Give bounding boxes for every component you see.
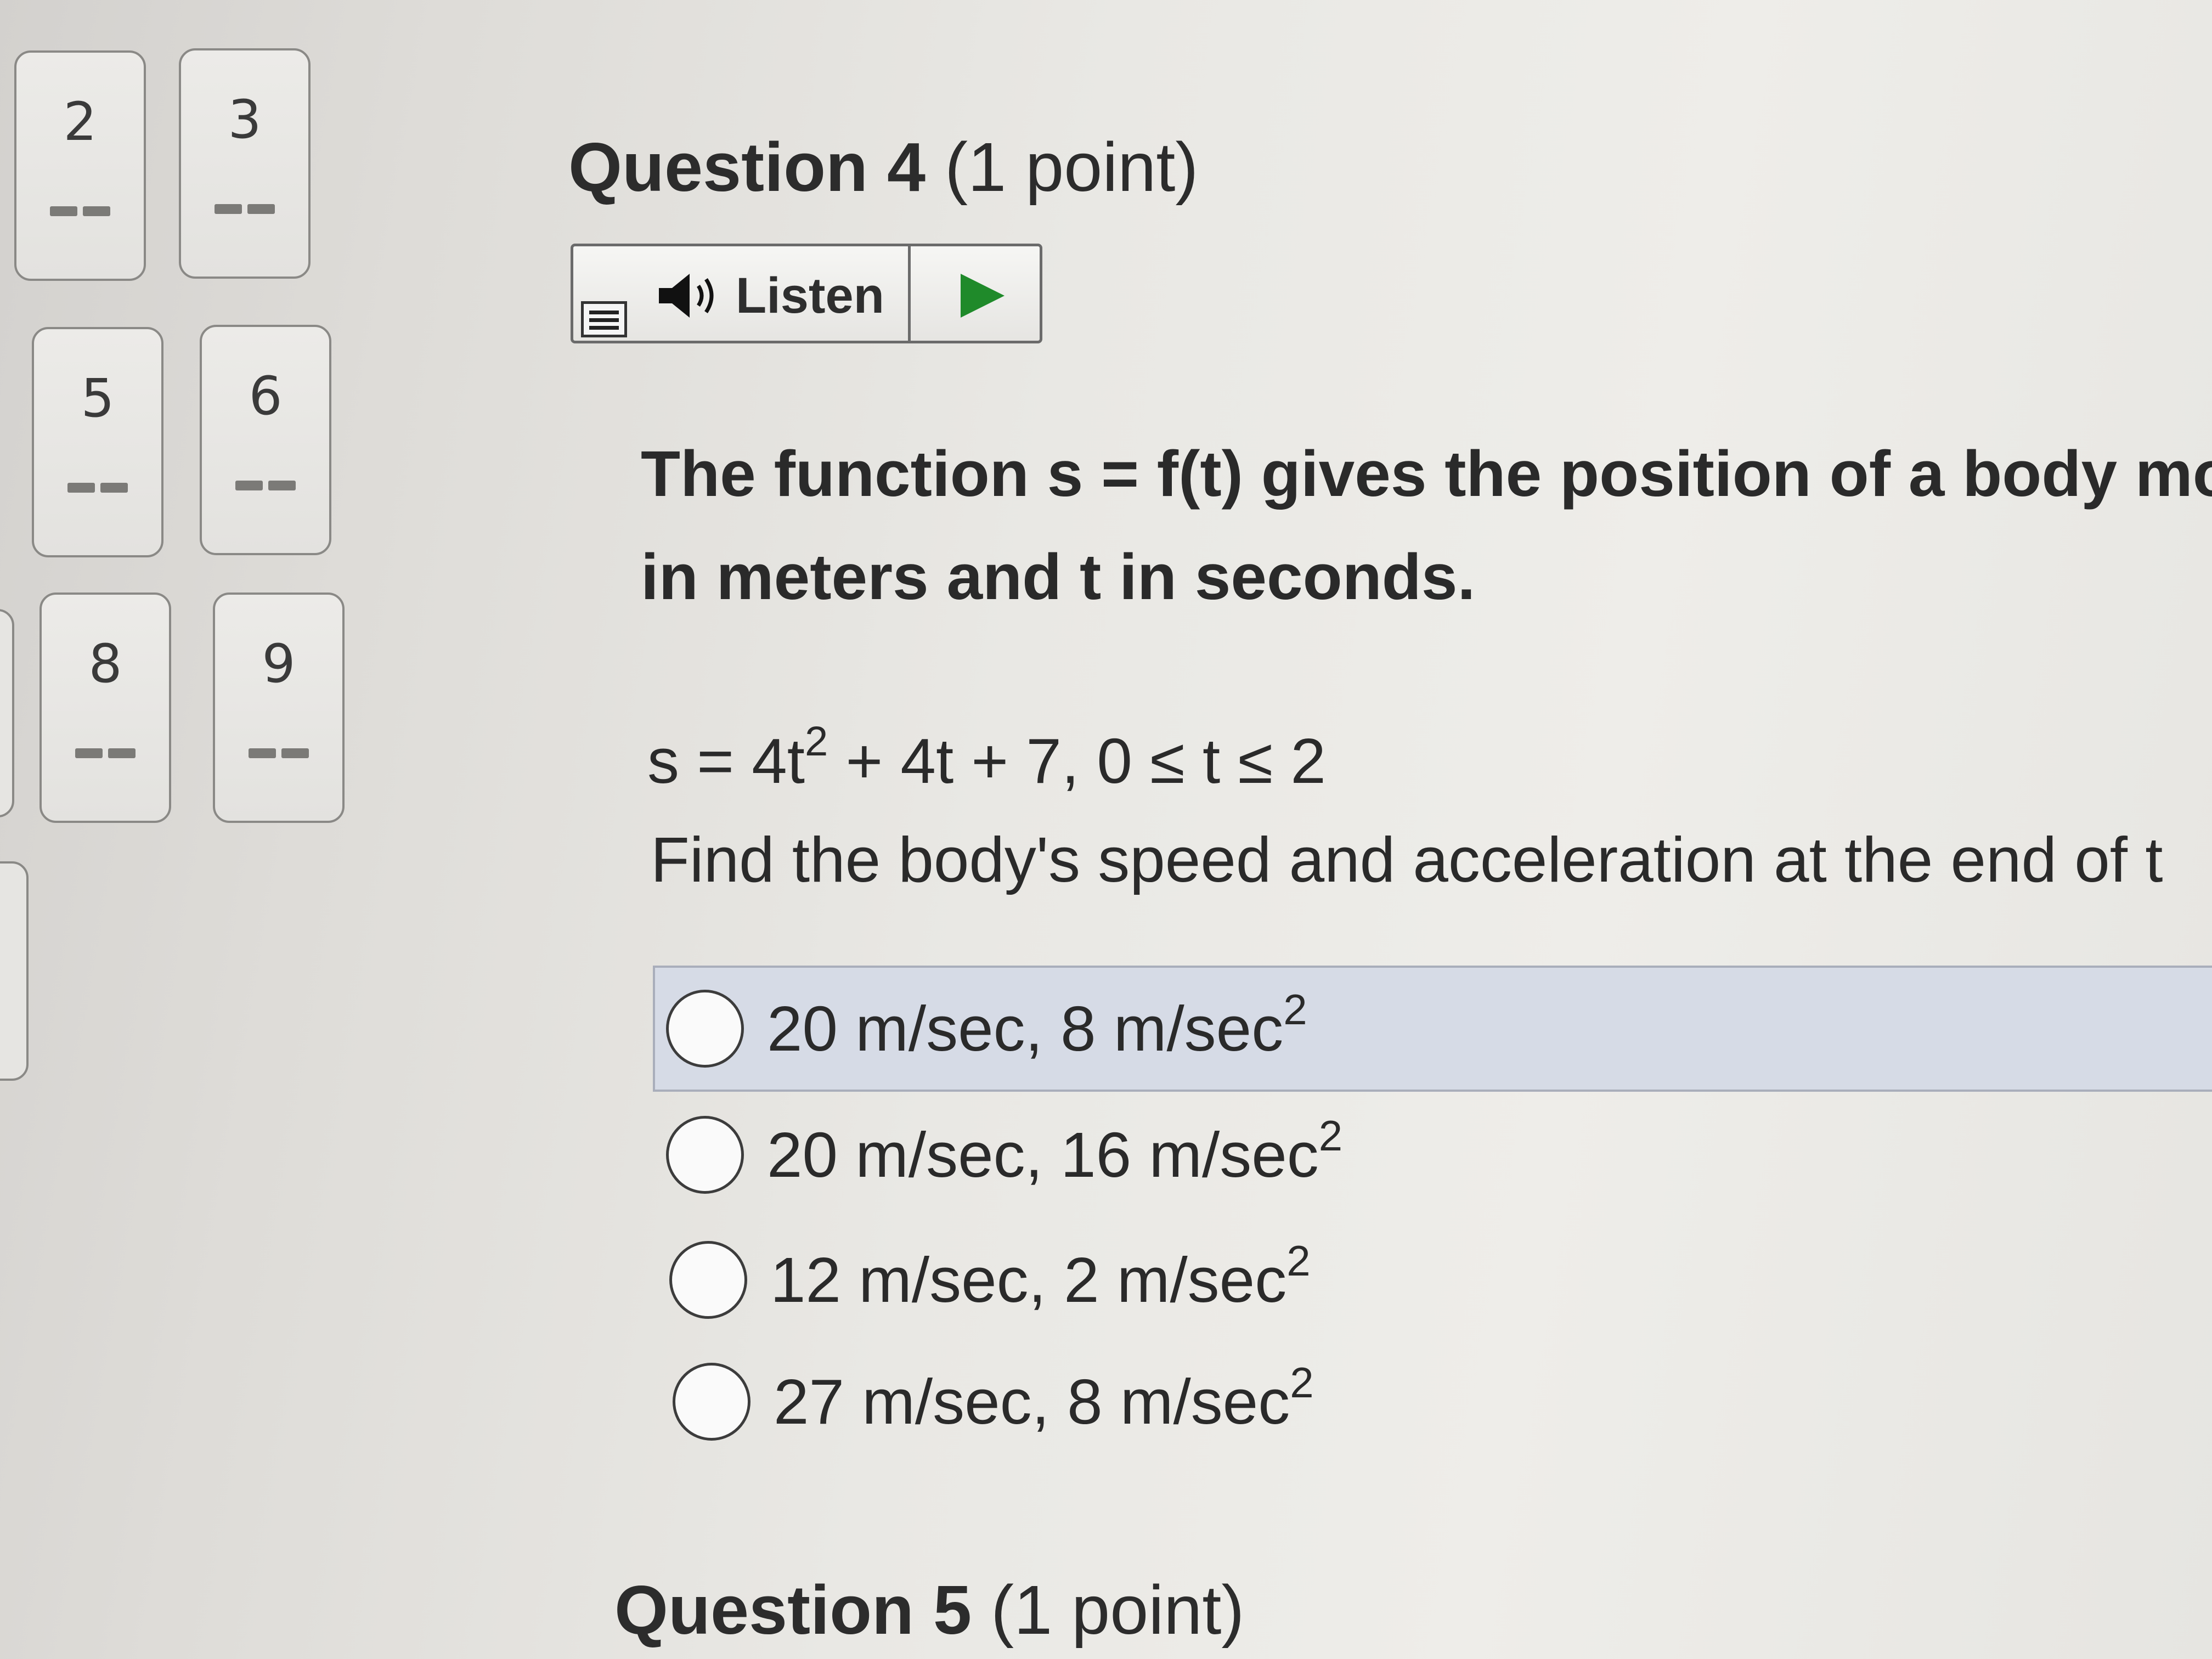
answer-option-1[interactable]: 20 m/sec, 8 m/sec2 bbox=[653, 966, 2212, 1092]
nav-tile-number: 9 bbox=[262, 633, 296, 695]
unanswered-indicator bbox=[50, 206, 110, 216]
question-4-title: Question 4 (1 point) bbox=[568, 127, 1198, 207]
nav-tile-number: 8 bbox=[88, 633, 122, 695]
answer-option-4[interactable]: 27 m/sec, 8 m/sec2 bbox=[662, 1339, 2212, 1465]
toolbar-divider bbox=[908, 246, 911, 341]
radio-button[interactable] bbox=[673, 1363, 751, 1441]
stem-line-1: The function s = f(t) gives the position… bbox=[641, 438, 2212, 510]
menu-icon[interactable] bbox=[581, 301, 627, 337]
listen-label: Listen bbox=[736, 267, 884, 324]
unanswered-indicator bbox=[67, 483, 128, 493]
nav-tile-question-8[interactable]: 8 bbox=[40, 592, 171, 823]
unanswered-indicator bbox=[249, 748, 309, 758]
nav-tile-number: 2 bbox=[63, 91, 97, 153]
unanswered-indicator bbox=[235, 481, 296, 490]
option-label: 27 m/sec, 8 m/sec2 bbox=[774, 1358, 1314, 1437]
stem-line-2: in meters and t in seconds. bbox=[641, 541, 1476, 613]
nav-tile-partial[interactable] bbox=[0, 609, 14, 817]
nav-tile-question-9[interactable]: 9 bbox=[213, 592, 345, 823]
nav-tile-number: 5 bbox=[81, 368, 115, 429]
question-points: (1 point) bbox=[945, 128, 1199, 206]
listen-toolbar: Listen bbox=[571, 244, 1042, 343]
nav-tile-number: 3 bbox=[228, 89, 262, 150]
question-number: Question 5 bbox=[614, 1571, 972, 1649]
question-5-title: Question 5 (1 point) bbox=[614, 1570, 1244, 1650]
speaker-icon bbox=[659, 274, 714, 318]
question-navigator: 2 3 5 6 8 9 bbox=[0, 0, 417, 1152]
equation-lhs: s = 4t bbox=[647, 725, 805, 797]
nav-tile-question-2[interactable]: 2 bbox=[14, 50, 146, 281]
quiz-page: 2 3 5 6 8 9 Question 4 (1 point) Listen … bbox=[0, 0, 2212, 1659]
listen-button[interactable]: Listen bbox=[656, 263, 884, 329]
nav-tile-question-3[interactable]: 3 bbox=[179, 48, 311, 279]
position-equation: s = 4t2 + 4t + 7, 0 ≤ t ≤ 2 bbox=[647, 721, 1326, 798]
radio-button[interactable] bbox=[669, 1241, 747, 1319]
question-prompt: Find the body's speed and acceleration a… bbox=[651, 824, 2163, 895]
radio-button[interactable] bbox=[666, 1116, 744, 1194]
play-icon[interactable] bbox=[952, 268, 1012, 323]
question-number: Question 4 bbox=[568, 128, 926, 206]
answer-option-3[interactable]: 12 m/sec, 2 m/sec2 bbox=[658, 1217, 2212, 1343]
nav-tile-question-5[interactable]: 5 bbox=[32, 327, 163, 557]
nav-tile-partial[interactable] bbox=[0, 861, 29, 1081]
option-label: 20 m/sec, 8 m/sec2 bbox=[767, 985, 1307, 1064]
equation-rhs: + 4t + 7, 0 ≤ t ≤ 2 bbox=[828, 725, 1326, 797]
nav-tile-number: 6 bbox=[249, 365, 283, 427]
radio-button[interactable] bbox=[666, 990, 744, 1068]
unanswered-indicator bbox=[215, 204, 275, 214]
equation-exponent: 2 bbox=[804, 718, 828, 765]
nav-tile-question-6[interactable]: 6 bbox=[200, 325, 331, 555]
question-points: (1 point) bbox=[991, 1571, 1245, 1649]
option-label: 12 m/sec, 2 m/sec2 bbox=[770, 1237, 1311, 1316]
option-label: 20 m/sec, 16 m/sec2 bbox=[767, 1111, 1343, 1190]
question-stem: The function s = f(t) gives the position… bbox=[641, 422, 2212, 629]
unanswered-indicator bbox=[75, 748, 136, 758]
answer-option-2[interactable]: 20 m/sec, 16 m/sec2 bbox=[655, 1092, 2212, 1218]
